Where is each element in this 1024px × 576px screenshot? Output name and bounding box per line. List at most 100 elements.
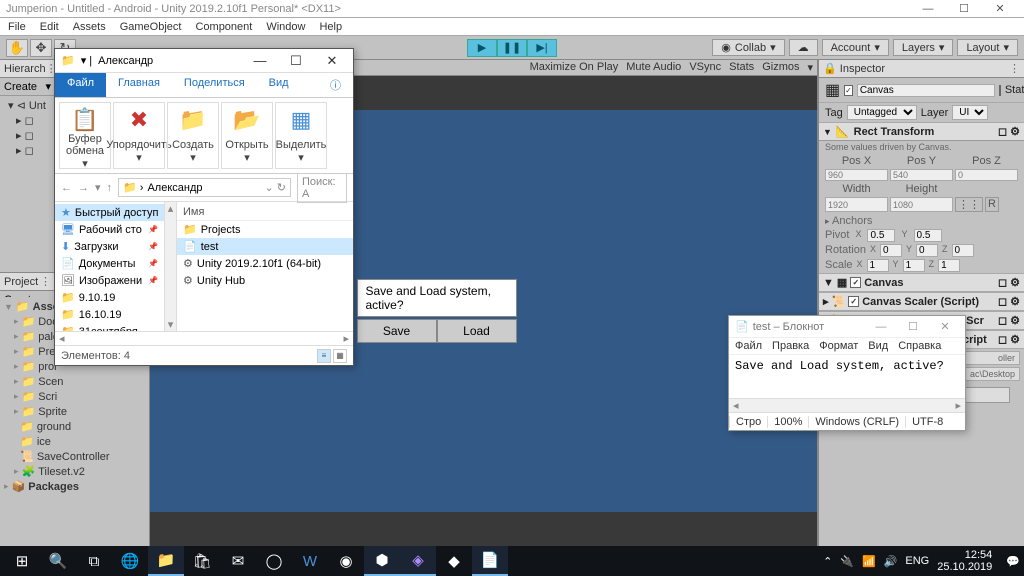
menu-window[interactable]: Window bbox=[266, 21, 305, 33]
np-menu-edit[interactable]: Правка bbox=[772, 340, 809, 352]
help-icon[interactable]: ⓘ bbox=[318, 73, 353, 97]
tab-view[interactable]: Вид bbox=[257, 73, 301, 97]
notepad-maximize[interactable]: ☐ bbox=[899, 320, 927, 333]
start-button[interactable]: ⊞ bbox=[4, 546, 40, 576]
project-item[interactable]: ▸📁 Scri bbox=[0, 389, 149, 404]
task-view-icon[interactable]: ⧉ bbox=[76, 546, 112, 576]
vs-taskbar[interactable]: ◈ bbox=[400, 546, 436, 576]
notepad-content[interactable]: Save and Load system, active? bbox=[729, 355, 965, 398]
notepad-taskbar[interactable]: 📄 bbox=[472, 546, 508, 576]
project-item[interactable]: ▸📁 Sprite bbox=[0, 404, 149, 419]
mail-icon[interactable]: ✉ bbox=[220, 546, 256, 576]
clock[interactable]: 12:54 25.10.2019 bbox=[937, 549, 998, 573]
minimize-icon[interactable]: — bbox=[910, 3, 946, 15]
pause-button[interactable]: ❚❚ bbox=[497, 39, 527, 57]
rect-transform-header[interactable]: Rect Transform bbox=[854, 126, 935, 138]
tray-up-icon[interactable]: ⌃ bbox=[823, 555, 832, 568]
project-tab[interactable]: Project⋮ bbox=[0, 273, 55, 291]
sidebar-item[interactable]: 📄Документы📌 bbox=[55, 255, 164, 272]
project-item[interactable]: ▸📦 Packages bbox=[0, 479, 149, 494]
sidebar-item[interactable]: 🖥Рабочий сто📌 bbox=[55, 221, 164, 238]
notepad-minimize[interactable]: — bbox=[867, 321, 895, 333]
file-item[interactable]: ⚙Unity Hub bbox=[177, 272, 353, 289]
maximize-on-play[interactable]: Maximize On Play bbox=[530, 61, 619, 74]
layout-dropdown[interactable]: Layout ▾ bbox=[957, 39, 1018, 56]
close-icon[interactable]: ✕ bbox=[982, 2, 1018, 15]
tab-share[interactable]: Поделиться bbox=[172, 73, 257, 97]
layer-dropdown[interactable]: UI bbox=[952, 105, 988, 120]
word-icon[interactable]: W bbox=[292, 546, 328, 576]
chrome-icon[interactable]: ◯ bbox=[256, 546, 292, 576]
active-checkbox[interactable]: ✓ bbox=[844, 85, 853, 96]
explorer-close[interactable]: ✕ bbox=[317, 53, 347, 69]
scroll-right-icon[interactable]: ▸ bbox=[955, 399, 961, 412]
sidebar-item[interactable]: ★Быстрый доступ bbox=[55, 204, 164, 221]
height-input[interactable] bbox=[890, 197, 953, 212]
account-dropdown[interactable]: Account ▾ bbox=[822, 39, 889, 56]
store-icon[interactable]: 🛍 bbox=[184, 546, 220, 576]
canvas-scaler-component[interactable]: Canvas Scaler (Script) bbox=[862, 296, 979, 308]
ribbon-item[interactable]: 📁Создать▾ bbox=[167, 102, 219, 169]
posz-input[interactable] bbox=[955, 169, 1018, 181]
unity-taskbar[interactable]: ⬢ bbox=[364, 546, 400, 576]
cloud-icon[interactable]: ☁ bbox=[789, 39, 818, 56]
width-input[interactable] bbox=[825, 197, 888, 212]
menu-edit[interactable]: Edit bbox=[40, 21, 59, 33]
project-item[interactable]: 📁 ground bbox=[0, 419, 149, 434]
tab-file[interactable]: Файл bbox=[55, 73, 106, 97]
stats[interactable]: Stats bbox=[729, 61, 754, 74]
inspector-tab[interactable]: 🔒 Inspector⋮ bbox=[819, 60, 1024, 78]
hierarchy-item[interactable]: ▸ ◻ bbox=[2, 128, 53, 143]
project-item[interactable]: 📁 ice bbox=[0, 434, 149, 449]
tag-dropdown[interactable]: Untagged bbox=[847, 105, 917, 120]
play-button[interactable]: ▶ bbox=[467, 39, 497, 57]
hierarchy-item[interactable]: ▸ ◻ bbox=[2, 113, 53, 128]
menu-assets[interactable]: Assets bbox=[73, 21, 106, 33]
scroll-left-icon[interactable]: ◂ bbox=[733, 399, 739, 412]
scroll-right-icon[interactable]: ▸ bbox=[343, 332, 349, 345]
sidebar-item[interactable]: 📁9.10.19 bbox=[55, 289, 164, 306]
file-item[interactable]: ⚙Unity 2019.2.10f1 (64-bit) bbox=[177, 255, 353, 272]
edge-icon[interactable]: 🌐 bbox=[112, 546, 148, 576]
search-icon[interactable]: 🔍 bbox=[40, 546, 76, 576]
column-name[interactable]: Имя bbox=[177, 204, 353, 221]
address-bar[interactable]: 📁 › Александр⌄ ↻ bbox=[118, 178, 291, 197]
sidebar-item[interactable]: 📁31сентября bbox=[55, 323, 164, 331]
icons-view-icon[interactable]: ▦ bbox=[333, 349, 347, 363]
ribbon-item[interactable]: ▦Выделить▾ bbox=[275, 102, 327, 169]
save-button[interactable]: Save bbox=[357, 319, 437, 343]
menu-file[interactable]: File bbox=[8, 21, 26, 33]
project-item[interactable]: ▸📁 Scen bbox=[0, 374, 149, 389]
maximize-icon[interactable]: ☐ bbox=[946, 2, 982, 15]
hierarchy-tab[interactable]: Hierarch⋮ bbox=[0, 60, 55, 78]
ribbon-item[interactable]: 📋Буфер обмена▾ bbox=[59, 102, 111, 169]
vsync[interactable]: VSync bbox=[689, 61, 721, 74]
canvas-component[interactable]: Canvas bbox=[864, 277, 903, 289]
tab-home[interactable]: Главная bbox=[106, 73, 172, 97]
move-tool-icon[interactable]: ✥ bbox=[30, 39, 52, 57]
volume-icon[interactable]: 🔊 bbox=[884, 555, 898, 568]
mute-audio[interactable]: Mute Audio bbox=[626, 61, 681, 74]
ribbon-item[interactable]: 📂Открыть▾ bbox=[221, 102, 273, 169]
notifications-icon[interactable]: 💬 bbox=[1006, 555, 1020, 568]
sidebar-item[interactable]: 📁16.10.19 bbox=[55, 306, 164, 323]
details-view-icon[interactable]: ≡ bbox=[317, 349, 331, 363]
hierarchy-item[interactable]: ▸ ◻ bbox=[2, 143, 53, 158]
steam-icon[interactable]: ◉ bbox=[328, 546, 364, 576]
menu-help[interactable]: Help bbox=[319, 21, 342, 33]
step-button[interactable]: ▶| bbox=[527, 39, 557, 57]
menu-gameobject[interactable]: GameObject bbox=[120, 21, 182, 33]
static-checkbox[interactable] bbox=[999, 85, 1001, 96]
wifi-icon[interactable]: 📶 bbox=[862, 555, 876, 568]
np-menu-file[interactable]: Файл bbox=[735, 340, 762, 352]
sidebar-item[interactable]: 🖼Изображени📌 bbox=[55, 272, 164, 289]
menu-component[interactable]: Component bbox=[195, 21, 252, 33]
forward-icon[interactable]: → bbox=[78, 182, 89, 194]
collab-button[interactable]: ◉ Collab ▾ bbox=[712, 39, 784, 56]
gizmos[interactable]: Gizmos bbox=[762, 61, 799, 74]
posy-input[interactable] bbox=[890, 169, 953, 181]
project-item[interactable]: ▸🧩 Tileset.v2 bbox=[0, 464, 149, 479]
hierarchy-root[interactable]: ▾ ⊲ Unt bbox=[2, 98, 53, 113]
lang-indicator[interactable]: ENG bbox=[905, 555, 929, 567]
scroll-left-icon[interactable]: ◂ bbox=[59, 332, 65, 345]
